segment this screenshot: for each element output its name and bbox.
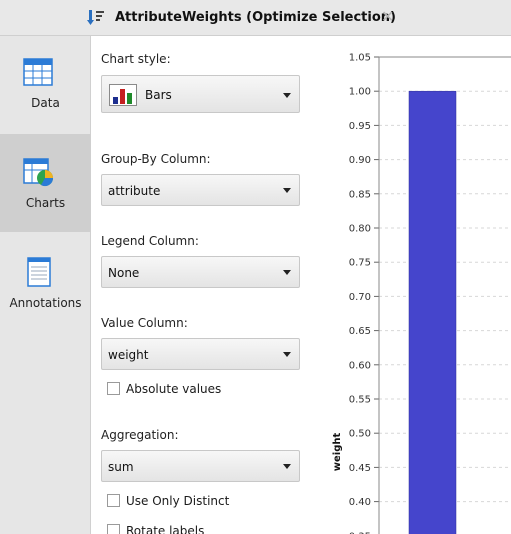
nav-label-charts: Charts (25, 196, 66, 210)
checkbox-box[interactable] (107, 494, 120, 507)
chevron-down-icon (283, 352, 291, 357)
y-tick-label: 0.70 (349, 292, 371, 303)
y-tick-label: 0.85 (349, 189, 371, 200)
y-tick-label: 1.00 (349, 87, 371, 98)
aggregation-value: sum (108, 460, 134, 474)
y-tick-label: 0.65 (349, 326, 371, 337)
chevron-down-icon (283, 464, 291, 469)
aggregation-label: Aggregation: (101, 428, 179, 442)
absolute-values-checkbox[interactable]: Absolute values (107, 382, 221, 396)
checkbox-box[interactable] (107, 382, 120, 395)
value-column-label: Value Column: (101, 316, 188, 330)
y-tick-label: 0.80 (349, 224, 371, 235)
nav-item-charts[interactable]: Charts (0, 134, 91, 232)
use-only-distinct-checkbox[interactable]: Use Only Distinct (107, 494, 229, 508)
y-tick-label: 0.95 (349, 121, 371, 132)
nav-item-annotations[interactable]: Annotations (0, 232, 91, 330)
legend-column-label: Legend Column: (101, 234, 199, 248)
group-by-select[interactable]: attribute (101, 174, 300, 206)
window-title: AttributeWeights (Optimize Selection) (115, 10, 396, 25)
sort-weights-icon (87, 10, 104, 25)
rotate-labels-checkbox[interactable]: Rotate labels (107, 524, 204, 534)
value-column-value: weight (108, 348, 149, 362)
charts-icon (23, 158, 54, 187)
chevron-down-icon (283, 188, 291, 193)
use-only-distinct-label: Use Only Distinct (126, 494, 230, 508)
close-tab-icon[interactable]: ✕ (381, 8, 394, 26)
aggregation-select[interactable]: sum (101, 450, 300, 482)
bar-chart-icon (109, 84, 137, 106)
value-column-select[interactable]: weight (101, 338, 300, 370)
checkbox-box[interactable] (107, 524, 120, 534)
nav-label-annotations: Annotations (9, 296, 82, 310)
chevron-down-icon (283, 93, 291, 98)
table-icon (23, 58, 53, 86)
absolute-values-label: Absolute values (126, 382, 222, 396)
y-tick-label: 0.55 (349, 395, 371, 406)
group-by-value: attribute (108, 184, 161, 198)
legend-column-value: None (108, 266, 140, 280)
rotate-labels-label: Rotate labels (126, 524, 205, 534)
y-tick-label: 0.60 (349, 360, 371, 371)
y-tick-label: 0.40 (349, 497, 371, 508)
nav-item-data[interactable]: Data (0, 36, 91, 134)
y-axis-label: weight (332, 433, 343, 472)
chart-area: 1.05 1.00 0.95 0.90 0.85 0.80 0.75 0.70 0.65 0.60… (319, 36, 511, 534)
chart-settings-panel: Chart style: Bars Group-By Column: attri… (91, 36, 319, 534)
notepad-icon (27, 257, 51, 287)
chevron-down-icon (283, 270, 291, 275)
group-by-label: Group-By Column: (101, 152, 211, 166)
nav-label-data: Data (31, 96, 60, 110)
chart-style-value: Bars (145, 88, 172, 102)
legend-column-select[interactable]: None (101, 256, 300, 288)
view-sidebar: Data Charts Annotations (0, 36, 91, 534)
y-tick-label: 0.75 (349, 258, 371, 269)
chart-style-select[interactable]: Bars (101, 75, 300, 113)
y-tick-label: 0.45 (349, 463, 371, 474)
y-tick-label: 0.50 (349, 429, 371, 440)
bar-chart: 1.05 1.00 0.95 0.90 0.85 0.80 0.75 0.70 0.65 0.60… (332, 53, 511, 534)
chart-style-label: Chart style: (101, 52, 171, 66)
y-tick-label: 1.05 (349, 53, 371, 64)
window-titlebar: AttributeWeights (Optimize Selection) ✕ (0, 0, 511, 36)
bar[interactable] (408, 90, 457, 534)
y-tick-label: 0.90 (349, 155, 371, 166)
